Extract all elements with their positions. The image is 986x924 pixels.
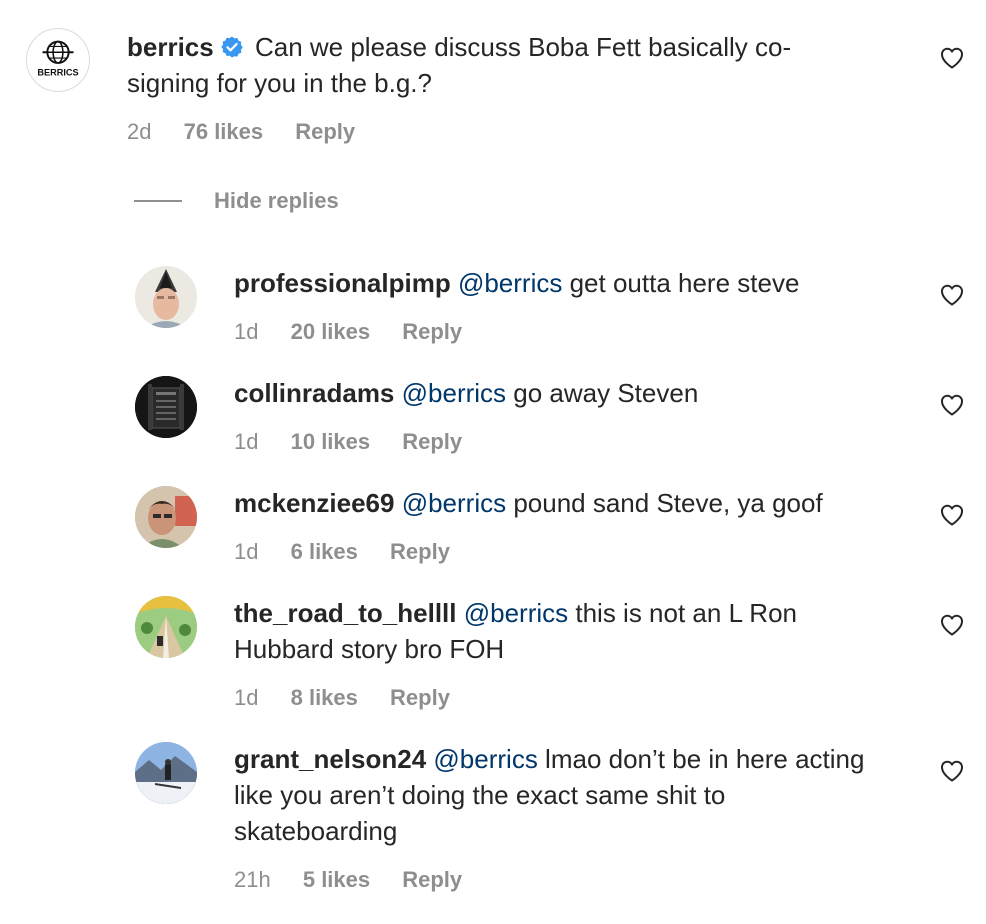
reply-button[interactable]: Reply — [295, 119, 355, 144]
avatar[interactable] — [135, 266, 197, 328]
reply-comment: grant_nelson24 @berrics lmao don’t be in… — [0, 736, 986, 906]
hide-replies-label[interactable]: Hide replies — [214, 188, 339, 214]
avatar[interactable] — [135, 486, 197, 548]
reply-username[interactable]: grant_nelson24 — [234, 744, 426, 774]
reply-body: professionalpimp @berrics get outta here… — [234, 265, 874, 301]
reply-time[interactable]: 1d — [234, 429, 258, 454]
reply-time[interactable]: 1d — [234, 685, 258, 710]
mention-link[interactable]: @berrics — [433, 744, 537, 774]
heart-outline-icon[interactable] — [939, 503, 965, 527]
mention-link[interactable]: @berrics — [458, 268, 562, 298]
reply-comment: collinradams @berrics go away Steven 1d … — [0, 370, 986, 470]
comment-time[interactable]: 2d — [127, 119, 151, 144]
mention-link[interactable]: @berrics — [402, 488, 506, 518]
reply-body: mckenziee69 @berrics pound sand Steve, y… — [234, 485, 904, 521]
reply-comment: the_road_to_hellll @berrics this is not … — [0, 590, 986, 720]
reply-likes[interactable]: 8 likes — [291, 685, 358, 710]
heart-outline-icon[interactable] — [939, 283, 965, 307]
reply-username[interactable]: collinradams — [234, 378, 394, 408]
reply-username[interactable]: professionalpimp — [234, 268, 451, 298]
avatar-logo-text: BERRICS — [37, 68, 78, 78]
heart-outline-icon[interactable] — [939, 759, 965, 783]
reply-comment: mckenziee69 @berrics pound sand Steve, y… — [0, 480, 986, 580]
heart-outline-icon[interactable] — [939, 393, 965, 417]
heart-outline-icon[interactable] — [939, 46, 965, 70]
reply-time[interactable]: 1d — [234, 319, 258, 344]
reply-time[interactable]: 21h — [234, 867, 271, 892]
reply-body: collinradams @berrics go away Steven — [234, 375, 874, 411]
reply-text: get outta here steve — [569, 268, 800, 298]
reply-button[interactable]: Reply — [390, 685, 450, 710]
mention-link[interactable]: @berrics — [464, 598, 568, 628]
reply-text: pound sand Steve, ya goof — [513, 488, 823, 518]
reply-meta: 21h 5 likes Reply — [234, 866, 488, 894]
reply-text: go away Steven — [513, 378, 699, 408]
avatar[interactable] — [135, 742, 197, 804]
main-comment: BERRICS berrics Can we please discuss Bo… — [0, 0, 986, 160]
avatar[interactable]: BERRICS — [26, 28, 90, 92]
divider — [134, 200, 182, 202]
reply-likes[interactable]: 10 likes — [291, 429, 371, 454]
reply-button[interactable]: Reply — [390, 539, 450, 564]
reply-button[interactable]: Reply — [402, 429, 462, 454]
avatar[interactable] — [135, 596, 197, 658]
comment-username[interactable]: berrics — [127, 32, 214, 62]
reply-time[interactable]: 1d — [234, 539, 258, 564]
reply-button[interactable]: Reply — [402, 319, 462, 344]
comment-likes[interactable]: 76 likes — [184, 119, 264, 144]
reply-meta: 1d 20 likes Reply — [234, 318, 488, 346]
reply-likes[interactable]: 6 likes — [291, 539, 358, 564]
verified-badge-icon — [220, 35, 244, 59]
reply-username[interactable]: mckenziee69 — [234, 488, 394, 518]
avatar[interactable] — [135, 376, 197, 438]
mention-link[interactable]: @berrics — [402, 378, 506, 408]
reply-likes[interactable]: 20 likes — [291, 319, 371, 344]
comment-meta: 2d 76 likes Reply — [127, 118, 381, 146]
reply-comment: professionalpimp @berrics get outta here… — [0, 260, 986, 360]
reply-meta: 1d 6 likes Reply — [234, 538, 476, 566]
reply-likes[interactable]: 5 likes — [303, 867, 370, 892]
reply-body: grant_nelson24 @berrics lmao don’t be in… — [234, 741, 884, 849]
reply-meta: 1d 8 likes Reply — [234, 684, 476, 712]
hide-replies-toggle[interactable]: Hide replies — [134, 186, 339, 216]
reply-username[interactable]: the_road_to_hellll — [234, 598, 457, 628]
heart-outline-icon[interactable] — [939, 613, 965, 637]
comment-body: berrics Can we please discuss Boba Fett … — [127, 29, 867, 101]
reply-button[interactable]: Reply — [402, 867, 462, 892]
reply-meta: 1d 10 likes Reply — [234, 428, 488, 456]
reply-body: the_road_to_hellll @berrics this is not … — [234, 595, 874, 667]
